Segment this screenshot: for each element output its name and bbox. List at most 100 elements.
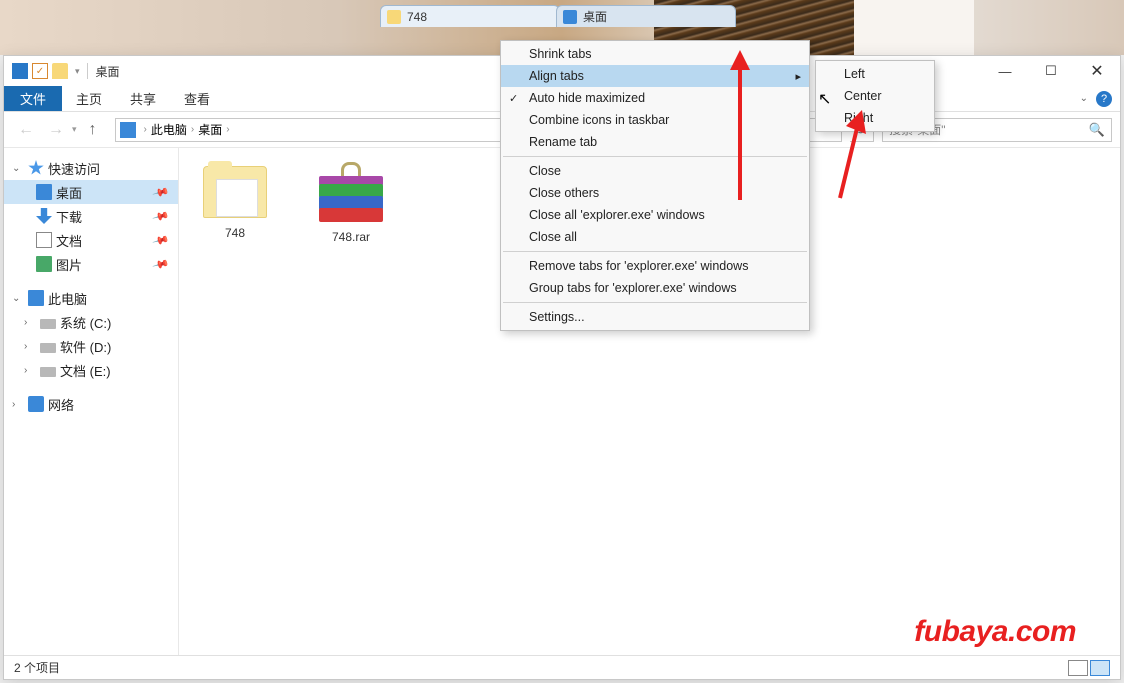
submenu-center[interactable]: Center	[816, 85, 934, 107]
tab-label: 748	[407, 10, 427, 24]
document-icon	[36, 232, 52, 248]
menu-close-all-exe[interactable]: Close all 'explorer.exe' windows	[501, 204, 809, 226]
breadcrumb-part[interactable]: 此电脑	[151, 121, 187, 138]
chevron-right-icon[interactable]: ›	[24, 317, 36, 328]
rar-icon	[319, 166, 383, 222]
folder-icon	[203, 166, 267, 218]
monitor-icon	[36, 184, 52, 200]
menu-close-all[interactable]: Close all	[501, 226, 809, 248]
context-menu: Shrink tabs Align tabs Auto hide maximiz…	[500, 40, 810, 331]
breadcrumb-part[interactable]: 桌面	[198, 121, 222, 138]
sidebar-drive-c[interactable]: › 系统 (C:)	[4, 310, 178, 334]
menu-shrink-tabs[interactable]: Shrink tabs	[501, 43, 809, 65]
tree-label: 此电脑	[48, 289, 87, 308]
network-icon	[28, 396, 44, 412]
expand-ribbon-icon[interactable]: ⌄	[1080, 93, 1088, 104]
sidebar: ⌄ 快速访问 桌面 📌 下载 📌 文档 📌 图片	[4, 148, 179, 655]
submenu-left[interactable]: Left	[816, 63, 934, 85]
sidebar-downloads[interactable]: 下载 📌	[4, 204, 178, 228]
tree-label: 软件 (D:)	[60, 337, 111, 356]
menu-separator	[503, 251, 807, 252]
sidebar-pictures[interactable]: 图片 📌	[4, 252, 178, 276]
details-view-button[interactable]	[1068, 660, 1088, 676]
tab-748[interactable]: 748	[380, 5, 560, 27]
menu-align-tabs[interactable]: Align tabs	[501, 65, 809, 87]
pin-icon: 📌	[152, 231, 170, 249]
menu-close[interactable]: Close	[501, 160, 809, 182]
item-count: 2 个项目	[14, 659, 60, 676]
sidebar-drive-e[interactable]: › 文档 (E:)	[4, 358, 178, 382]
monitor-icon	[120, 122, 136, 138]
submenu-right[interactable]: Right	[816, 107, 934, 129]
chevron-down-icon[interactable]: ⌄	[12, 293, 24, 304]
menu-separator	[503, 302, 807, 303]
chevron-down-icon[interactable]: ⌄	[12, 163, 24, 174]
pin-icon: 📌	[152, 255, 170, 273]
submenu-align: Left Center Right	[815, 60, 935, 132]
star-icon	[28, 160, 44, 176]
back-button[interactable]: ←	[12, 116, 40, 144]
folder-icon[interactable]	[52, 63, 68, 79]
up-button[interactable]: ↑	[79, 116, 107, 144]
sidebar-documents[interactable]: 文档 📌	[4, 228, 178, 252]
maximize-button[interactable]: ☐	[1028, 56, 1074, 86]
sidebar-quick-access[interactable]: ⌄ 快速访问	[4, 156, 178, 180]
tree-label: 文档 (E:)	[60, 361, 111, 380]
menu-remove-tabs[interactable]: Remove tabs for 'explorer.exe' windows	[501, 255, 809, 277]
file-menu[interactable]: 文件	[4, 86, 62, 111]
menu-separator	[503, 156, 807, 157]
minimize-button[interactable]: —	[982, 56, 1028, 86]
file-item-folder[interactable]: 748	[187, 166, 283, 240]
chevron-right-icon[interactable]: ›	[24, 341, 36, 352]
tree-label: 网络	[48, 395, 74, 414]
properties-icon[interactable]	[32, 63, 48, 79]
tab-desktop[interactable]: 桌面	[556, 5, 736, 27]
drive-icon	[40, 367, 56, 377]
file-item-rar[interactable]: 748.rar	[303, 166, 399, 244]
breadcrumb-separator: ›	[191, 124, 194, 135]
search-icon: 🔍	[1089, 122, 1105, 138]
view-mode-switcher	[1068, 660, 1110, 676]
sidebar-network[interactable]: › 网络	[4, 392, 178, 416]
tree-label: 下载	[56, 207, 82, 226]
menu-auto-hide[interactable]: Auto hide maximized	[501, 87, 809, 109]
close-button[interactable]: ✕	[1074, 56, 1120, 86]
tree-label: 图片	[56, 255, 82, 274]
dropdown-icon[interactable]: ▾	[75, 66, 80, 77]
forward-button[interactable]: →	[42, 116, 70, 144]
tab-label: 桌面	[583, 8, 607, 25]
status-bar: 2 个项目	[4, 655, 1120, 679]
tree-label: 快速访问	[48, 159, 100, 178]
menu-combine-icons[interactable]: Combine icons in taskbar	[501, 109, 809, 131]
window-title: 桌面	[96, 63, 120, 80]
monitor-icon	[28, 290, 44, 306]
sidebar-drive-d[interactable]: › 软件 (D:)	[4, 334, 178, 358]
ribbon-tab-home[interactable]: 主页	[62, 86, 116, 111]
pin-icon: 📌	[152, 207, 170, 225]
history-dropdown-icon[interactable]: ▾	[72, 124, 77, 135]
help-icon[interactable]: ?	[1096, 91, 1112, 107]
system-icon[interactable]	[12, 63, 28, 79]
chevron-right-icon[interactable]: ›	[12, 399, 24, 410]
sidebar-desktop[interactable]: 桌面 📌	[4, 180, 178, 204]
desktop-background-detail	[854, 0, 974, 55]
download-icon	[36, 208, 52, 224]
chevron-right-icon[interactable]: ›	[24, 365, 36, 376]
ribbon-tab-view[interactable]: 查看	[170, 86, 224, 111]
icons-view-button[interactable]	[1090, 660, 1110, 676]
drive-icon	[40, 319, 56, 329]
drive-icon	[40, 343, 56, 353]
menu-settings[interactable]: Settings...	[501, 306, 809, 328]
tree-label: 系统 (C:)	[60, 313, 111, 332]
ribbon-right: ⌄ ?	[1080, 86, 1120, 111]
separator	[87, 63, 88, 79]
sidebar-this-pc[interactable]: ⌄ 此电脑	[4, 286, 178, 310]
breadcrumb-separator: ›	[144, 124, 147, 135]
menu-close-others[interactable]: Close others	[501, 182, 809, 204]
menu-group-tabs[interactable]: Group tabs for 'explorer.exe' windows	[501, 277, 809, 299]
window-controls: — ☐ ✕	[982, 56, 1120, 86]
menu-rename-tab[interactable]: Rename tab	[501, 131, 809, 153]
watermark: fubaya.com	[914, 615, 1076, 649]
ribbon-tab-share[interactable]: 共享	[116, 86, 170, 111]
file-name: 748.rar	[303, 230, 399, 244]
